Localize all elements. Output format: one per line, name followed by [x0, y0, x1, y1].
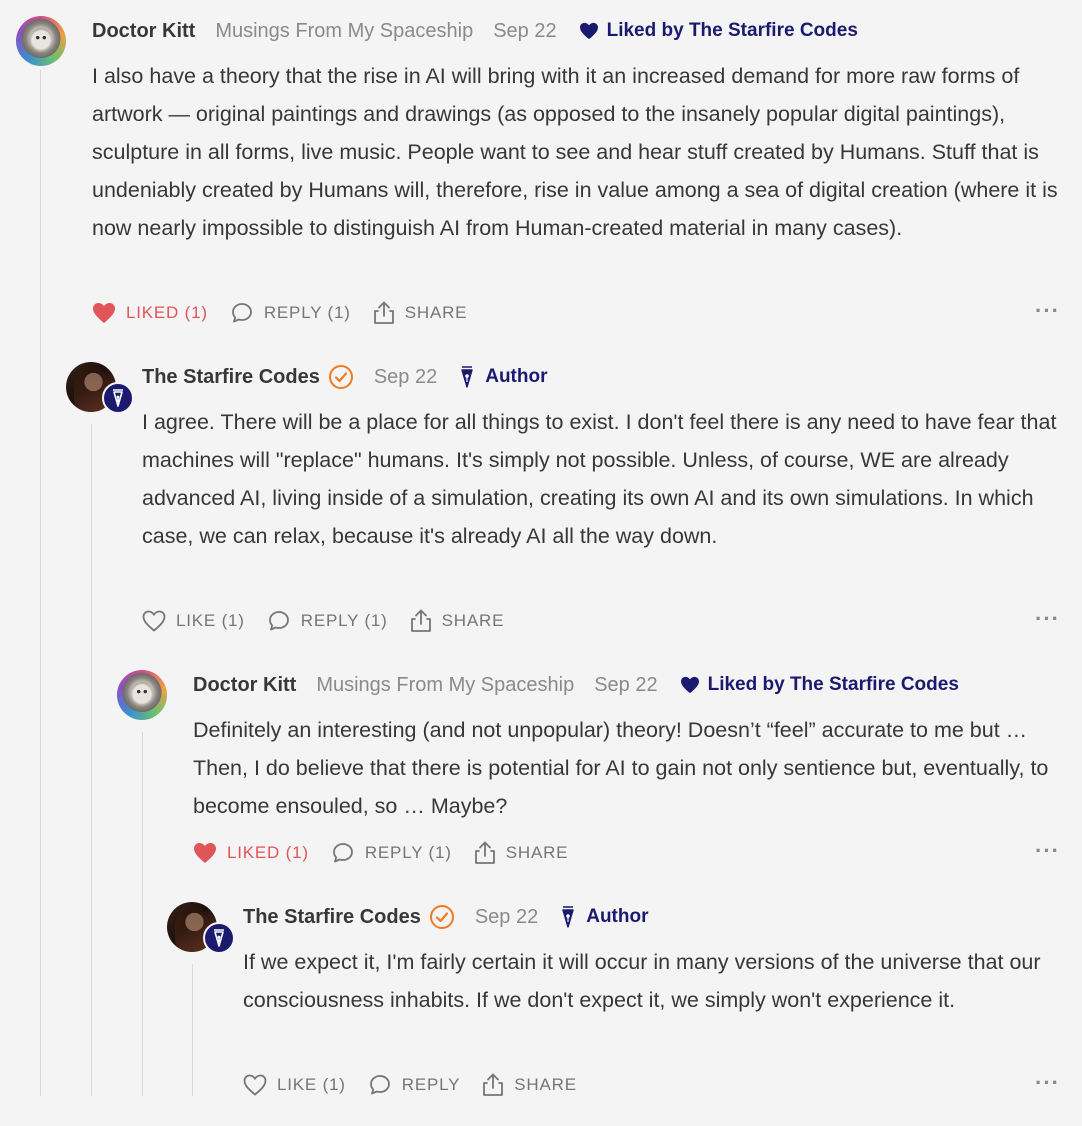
share-icon: [483, 1073, 504, 1096]
share-button[interactable]: SHARE: [373, 301, 468, 325]
liked-by-badge: Liked by The Starfire Codes: [680, 674, 959, 696]
share-button[interactable]: SHARE: [482, 1073, 577, 1097]
comment-body: I also have a theory that the rise in AI…: [92, 64, 1058, 240]
verified-check-icon: [429, 904, 455, 930]
share-icon: [373, 301, 394, 324]
comment-header: Doctor Kitt Musings From My Spaceship Se…: [92, 16, 858, 46]
publication-name[interactable]: Musings From My Spaceship: [316, 674, 574, 697]
comment-header: Doctor Kitt Musings From My Spaceship Se…: [193, 670, 959, 700]
reply-button[interactable]: REPLY (1): [331, 841, 452, 865]
speech-bubble-icon: [332, 843, 353, 863]
reply-button[interactable]: REPLY (1): [267, 609, 388, 633]
heart-outline-icon: [142, 610, 166, 632]
verified-check-icon: [328, 364, 354, 390]
author-name[interactable]: Doctor Kitt: [92, 20, 195, 43]
avatar[interactable]: [117, 670, 167, 720]
comment-actions: LIKED (1) REPLY (1) SHARE: [193, 838, 590, 868]
reply-button[interactable]: REPLY (1): [230, 301, 351, 325]
comment-date[interactable]: Sep 22: [475, 906, 538, 929]
comment-actions: LIKE (1) REPLY (1) SHARE: [142, 606, 526, 636]
more-options-icon[interactable]: ···: [1035, 838, 1060, 864]
reply-label: REPLY: [401, 1075, 461, 1094]
like-button[interactable]: LIKED (1): [193, 842, 309, 864]
reply-label: REPLY (1): [263, 303, 351, 322]
author-name[interactable]: The Starfire Codes: [142, 366, 320, 389]
comment-date[interactable]: Sep 22: [594, 674, 657, 697]
liked-by-text: Liked by The Starfire Codes: [707, 674, 959, 695]
thread-line-level-2: [91, 424, 92, 1096]
like-label: LIKE (1): [176, 611, 245, 630]
comment-header: The Starfire Codes Sep 22 Author: [243, 902, 648, 932]
share-label: SHARE: [441, 611, 505, 630]
author-tag-text: Author: [485, 366, 548, 387]
share-label: SHARE: [514, 1075, 577, 1094]
share-icon: [410, 609, 431, 632]
speech-bubble-icon: [231, 303, 252, 323]
comment-actions: LIKE (1) REPLY SHARE: [243, 1070, 599, 1100]
author-tag: Author: [560, 906, 648, 928]
share-button[interactable]: SHARE: [474, 841, 569, 865]
publication-name[interactable]: Musings From My Spaceship: [215, 20, 473, 43]
author-badge: [203, 922, 235, 954]
comment-actions: LIKED (1) REPLY (1) SHARE: [92, 298, 489, 328]
share-label: SHARE: [505, 843, 569, 862]
author-badge: [102, 382, 134, 414]
like-label: LIKED (1): [227, 843, 309, 862]
liked-by-text: Liked by The Starfire Codes: [606, 20, 858, 41]
reply-label: REPLY (1): [300, 611, 388, 630]
heart-filled-icon: [93, 303, 115, 323]
thread-line-level-3: [142, 732, 143, 1096]
more-options-icon[interactable]: ···: [1035, 298, 1060, 324]
comment-body: If we expect it, I'm fairly certain it w…: [243, 950, 1041, 1012]
share-button[interactable]: SHARE: [410, 609, 505, 633]
comment-body: Definitely an interesting (and not unpop…: [193, 718, 1049, 818]
reply-button[interactable]: REPLY: [368, 1073, 461, 1097]
heart-icon: [680, 676, 699, 694]
speech-bubble-icon: [369, 1075, 390, 1095]
author-tag-text: Author: [586, 906, 649, 927]
like-label: LIKE (1): [277, 1075, 346, 1094]
reply-label: REPLY (1): [364, 843, 452, 862]
like-button[interactable]: LIKE (1): [142, 610, 245, 632]
pen-nib-icon: [113, 389, 123, 407]
pen-nib-icon: [562, 906, 574, 928]
liked-by-badge: Liked by The Starfire Codes: [579, 20, 858, 42]
like-button[interactable]: LIKE (1): [243, 1074, 346, 1096]
pen-nib-icon: [461, 366, 473, 388]
thread-line-level-1: [40, 70, 41, 1096]
share-label: SHARE: [404, 303, 468, 322]
thread-line-level-4: [192, 964, 193, 1096]
heart-outline-icon: [243, 1074, 267, 1096]
like-label: LIKED (1): [126, 303, 208, 322]
comment-date[interactable]: Sep 22: [374, 366, 437, 389]
like-button[interactable]: LIKED (1): [92, 302, 208, 324]
heart-filled-icon: [194, 843, 216, 863]
share-icon: [474, 841, 495, 864]
avatar[interactable]: [16, 16, 66, 66]
comment-header: The Starfire Codes Sep 22 Author: [142, 362, 547, 392]
author-name[interactable]: Doctor Kitt: [193, 674, 296, 697]
more-options-icon[interactable]: ···: [1035, 606, 1060, 632]
speech-bubble-icon: [268, 611, 289, 631]
heart-icon: [579, 22, 598, 40]
pen-nib-icon: [214, 929, 224, 947]
comment-date[interactable]: Sep 22: [493, 20, 556, 43]
author-name[interactable]: The Starfire Codes: [243, 906, 421, 929]
comment-body: I agree. There will be a place for all t…: [142, 410, 1057, 548]
more-options-icon[interactable]: ···: [1035, 1070, 1060, 1096]
author-tag: Author: [459, 366, 547, 388]
